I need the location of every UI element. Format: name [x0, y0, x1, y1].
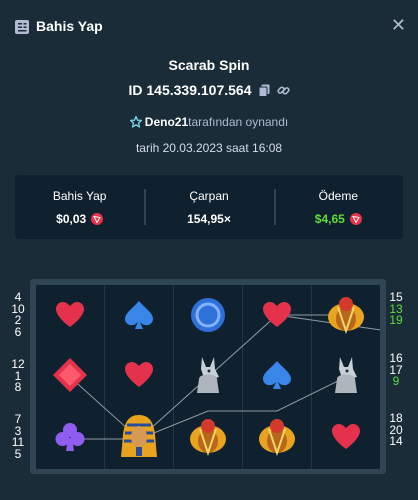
payout-label: Ödeme: [318, 188, 358, 203]
scarab-symbol: [312, 285, 380, 345]
scarab-icon: [328, 297, 364, 335]
anubis-icon: [197, 357, 219, 393]
anubis-icon: [335, 357, 357, 393]
modal-header: Bahis Yap ✕: [0, 0, 418, 54]
spade-symbol: [105, 285, 173, 345]
blue-ring-symbol: [174, 285, 242, 345]
copy-icon[interactable]: [258, 84, 271, 97]
player-row: Deno21 tarafından oynandı: [0, 115, 418, 129]
pharaoh-icon: [121, 415, 157, 457]
payline-number: 8: [14, 380, 22, 394]
heart-symbol: [243, 285, 311, 345]
heart-symbol: [36, 285, 104, 345]
payline-number: 5: [14, 446, 22, 461]
payout-value: $4,65: [314, 211, 345, 226]
spade-icon: [263, 361, 291, 389]
club-symbol: [36, 407, 104, 467]
close-icon[interactable]: ✕: [391, 15, 406, 36]
tron-coin-icon: [91, 212, 104, 225]
bet-amount-value: $0,03: [56, 211, 87, 226]
bet-slip-icon: [15, 20, 29, 34]
payline-numbers-left-middle: 12 1 8: [6, 358, 30, 394]
anubis-symbol: [174, 345, 242, 405]
bet-amount-value-wrap: $0,03: [56, 211, 104, 226]
tron-coin-icon: [349, 212, 362, 225]
payline-numbers-left-top: 4 10 2 6: [6, 291, 30, 339]
payline-numbers-right-middle: 16 17 9: [387, 352, 405, 388]
heart-symbol: [105, 345, 173, 405]
bet-amount-label: Bahis Yap: [52, 188, 107, 203]
heart-symbol: [312, 407, 380, 467]
pharaoh-symbol: [105, 407, 173, 467]
heart-icon: [56, 302, 84, 327]
scarab-symbol: [243, 407, 311, 467]
payline-numbers-right-bottom: 18 20 14: [387, 412, 405, 448]
bet-id: ID 145.339.107.564: [128, 82, 252, 98]
multiplier-value: 154,95×: [187, 211, 231, 226]
payout-stat: Ödeme $4,65: [273, 175, 403, 239]
diamond-icon: [53, 358, 87, 392]
winning-payline-number: 19: [389, 313, 403, 327]
game-id-row: ID 145.339.107.564: [0, 82, 418, 98]
payline-number: 14: [389, 434, 403, 448]
link-icon[interactable]: [276, 84, 290, 97]
payline-number: 6: [14, 324, 22, 339]
heart-icon: [263, 302, 291, 327]
anubis-symbol: [312, 345, 380, 405]
heart-icon: [332, 424, 360, 449]
heart-icon: [125, 362, 153, 387]
club-icon: [55, 423, 85, 451]
multiplier-label: Çarpan: [189, 188, 229, 203]
game-name: Scarab Spin: [168, 57, 250, 73]
vip-star-icon: [129, 116, 142, 128]
scarab-symbol: [174, 407, 242, 467]
modal-title: Bahis Yap: [36, 18, 103, 34]
spade-symbol: [243, 345, 311, 405]
bet-amount-stat: Bahis Yap $0,03: [15, 175, 144, 239]
scarab-icon: [190, 419, 226, 457]
played-by-label: tarafından oynandı: [188, 115, 289, 129]
diamond-symbol: [36, 345, 104, 405]
bet-stats-panel: Bahis Yap $0,03 Çarpan 154,95× Ödeme $4,…: [15, 175, 403, 239]
player-name[interactable]: Deno21: [145, 115, 188, 129]
payout-value-wrap: $4,65: [315, 212, 362, 226]
ring-icon: [191, 298, 225, 332]
bet-date: tarih 20.03.2023 saat 16:08: [135, 141, 283, 155]
scarab-icon: [259, 419, 295, 457]
multiplier-stat: Çarpan 154,95×: [144, 175, 273, 239]
payline-numbers-left-bottom: 7 3 11 5: [6, 413, 30, 461]
spade-icon: [125, 301, 153, 329]
winning-payline-number: 9: [392, 374, 400, 388]
payline-numbers-right-top: 15 13 19: [387, 291, 405, 327]
